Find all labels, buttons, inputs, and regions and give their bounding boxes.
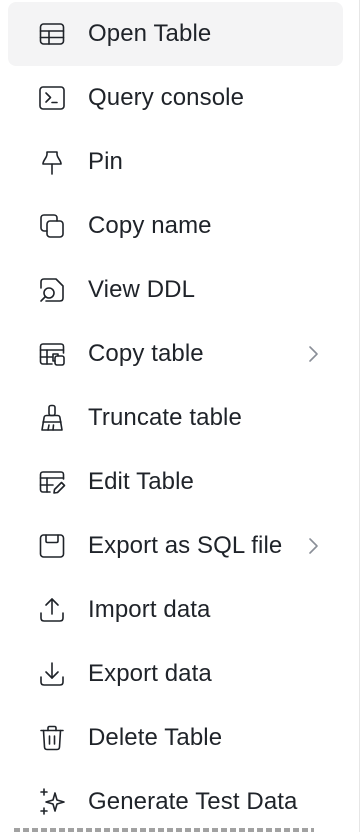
menu-item-import-data[interactable]: Import data	[8, 578, 343, 642]
menu-item-open-table[interactable]: Open Table	[8, 2, 343, 66]
menu-item-export-data[interactable]: Export data	[8, 642, 343, 706]
menu-item-query-console[interactable]: Query console	[8, 66, 343, 130]
menu-item-label: Pin	[88, 148, 123, 175]
table-icon	[34, 16, 70, 52]
context-menu: Open Table Query console Pin Copy name V	[0, 0, 360, 832]
menu-item-generate-test-data[interactable]: Generate Test Data	[8, 770, 343, 834]
sparkle-icon	[34, 784, 70, 820]
underlying-content-peek	[0, 826, 360, 832]
menu-item-label: Export data	[88, 660, 212, 687]
pin-icon	[34, 144, 70, 180]
copy-icon	[34, 208, 70, 244]
menu-item-truncate-table[interactable]: Truncate table	[8, 386, 343, 450]
terminal-icon	[34, 80, 70, 116]
trash-icon	[34, 720, 70, 756]
menu-item-label: Copy table	[88, 340, 204, 367]
menu-item-label: Generate Test Data	[88, 788, 298, 815]
view-ddl-icon	[34, 272, 70, 308]
upload-icon	[34, 592, 70, 628]
save-icon	[34, 528, 70, 564]
menu-item-label: Export as SQL file	[88, 532, 283, 559]
menu-item-label: Edit Table	[88, 468, 194, 495]
menu-item-label: Open Table	[88, 20, 212, 47]
broom-icon	[34, 400, 70, 436]
menu-item-copy-table[interactable]: Copy table	[8, 322, 343, 386]
edit-table-icon	[34, 464, 70, 500]
download-icon	[34, 656, 70, 692]
menu-item-label: Copy name	[88, 212, 212, 239]
menu-item-export-sql-file[interactable]: Export as SQL file	[8, 514, 343, 578]
menu-item-label: Import data	[88, 596, 211, 623]
menu-item-view-ddl[interactable]: View DDL	[8, 258, 343, 322]
chevron-right-icon	[301, 534, 325, 558]
menu-item-edit-table[interactable]: Edit Table	[8, 450, 343, 514]
menu-item-label: Query console	[88, 84, 245, 111]
menu-item-pin[interactable]: Pin	[8, 130, 343, 194]
menu-item-label: Truncate table	[88, 404, 242, 431]
context-menu-list: Open Table Query console Pin Copy name V	[8, 2, 343, 834]
menu-item-label: Delete Table	[88, 724, 223, 751]
chevron-right-icon	[301, 342, 325, 366]
menu-item-copy-name[interactable]: Copy name	[8, 194, 343, 258]
copy-table-icon	[34, 336, 70, 372]
menu-item-label: View DDL	[88, 276, 196, 303]
menu-item-delete-table[interactable]: Delete Table	[8, 706, 343, 770]
